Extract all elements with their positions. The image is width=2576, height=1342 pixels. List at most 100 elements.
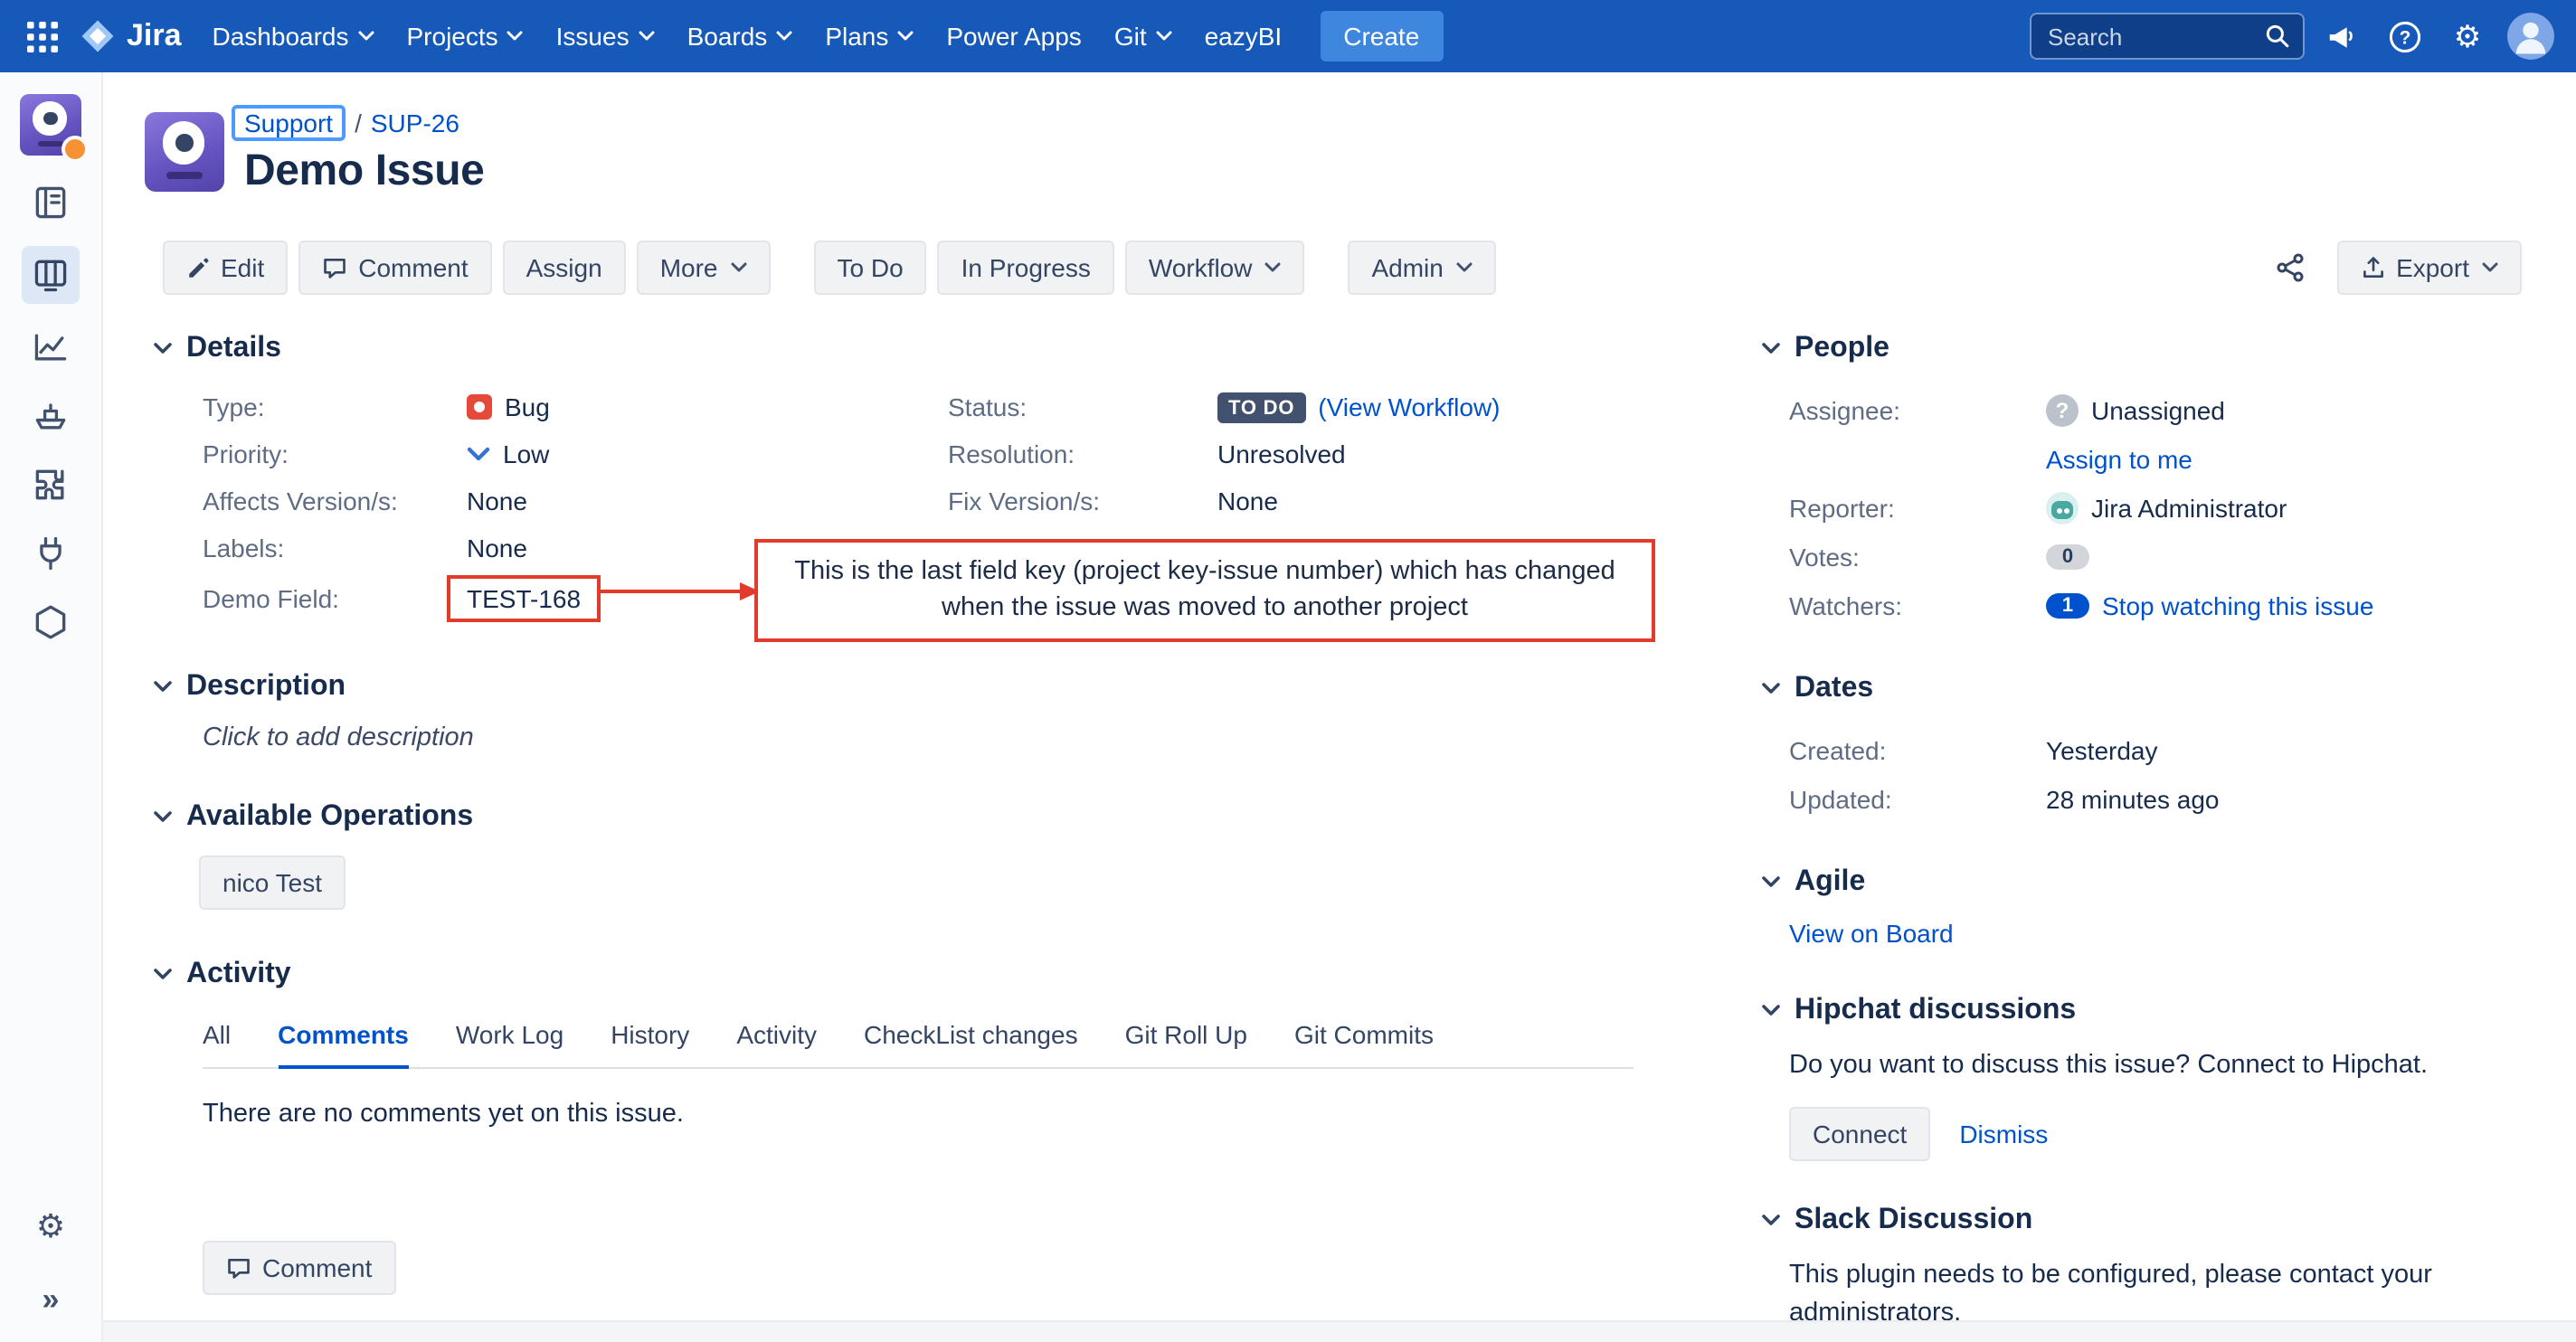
description-placeholder[interactable]: Click to add description bbox=[203, 723, 1659, 752]
nav-item-label: Boards bbox=[687, 22, 768, 51]
nav-item-boards[interactable]: Boards bbox=[671, 0, 810, 72]
nav-item-label: Dashboards bbox=[213, 22, 349, 51]
hipchat-connect-button[interactable]: Connect bbox=[1789, 1107, 1930, 1161]
comment-button[interactable]: Comment bbox=[298, 241, 491, 295]
priority-value-text: Low bbox=[503, 439, 549, 468]
field-value-demo-field: TEST-168 bbox=[467, 575, 601, 622]
app-switcher-button[interactable] bbox=[14, 9, 69, 63]
sidebar-item-active-sprints[interactable] bbox=[22, 246, 80, 304]
comment-button-label: Comment bbox=[358, 253, 468, 282]
content-columns: Details Type: Bug bbox=[103, 327, 2576, 1342]
share-icon bbox=[2275, 253, 2304, 282]
description-section-header[interactable]: Description bbox=[152, 666, 1659, 709]
share-button[interactable] bbox=[2260, 241, 2318, 295]
help-icon: ? bbox=[2387, 19, 2421, 53]
tab-history[interactable]: History bbox=[611, 1007, 689, 1069]
sidebar-bottom-controls: ⚙ » bbox=[25, 1201, 76, 1324]
field-row-fix-version: Fix Version/s: None bbox=[948, 477, 1659, 525]
tab-git-roll-up[interactable]: Git Roll Up bbox=[1125, 1007, 1247, 1069]
nav-item-eazybi[interactable]: eazyBI bbox=[1189, 0, 1299, 72]
nav-item-projects[interactable]: Projects bbox=[391, 0, 540, 72]
votes-badge[interactable]: 0 bbox=[2046, 543, 2089, 569]
breadcrumb-separator: / bbox=[346, 109, 371, 137]
todo-transition-button[interactable]: To Do bbox=[814, 241, 927, 295]
tab-all[interactable]: All bbox=[203, 1007, 231, 1069]
comment-button-bottom[interactable]: Comment bbox=[203, 1241, 395, 1295]
edit-button[interactable]: Edit bbox=[163, 241, 288, 295]
breadcrumb: Support / SUP-26 bbox=[244, 105, 484, 141]
tab-comments[interactable]: Comments bbox=[278, 1007, 409, 1069]
profile-button[interactable] bbox=[2504, 9, 2558, 63]
hipchat-dismiss-link[interactable]: Dismiss bbox=[1959, 1120, 2048, 1148]
nav-item-issues[interactable]: Issues bbox=[540, 0, 671, 72]
in-progress-transition-button[interactable]: In Progress bbox=[938, 241, 1114, 295]
tab-work-log[interactable]: Work Log bbox=[456, 1007, 564, 1069]
sidebar-item-reports[interactable] bbox=[25, 322, 76, 373]
project-avatar[interactable] bbox=[20, 94, 81, 156]
field-row-resolution: Resolution: Unresolved bbox=[948, 430, 1659, 477]
people-section: People Assignee: ? Unassigned Assi bbox=[1760, 327, 2522, 629]
activity-section-header[interactable]: Activity bbox=[152, 953, 1659, 997]
feedback-button[interactable] bbox=[2314, 9, 2368, 63]
nav-item-power-apps[interactable]: Power Apps bbox=[930, 0, 1097, 72]
people-section-header[interactable]: People bbox=[1760, 327, 2522, 371]
tab-activity[interactable]: Activity bbox=[736, 1007, 817, 1069]
people-content: Assignee: ? Unassigned Assign to me Repo… bbox=[1789, 385, 2522, 629]
slack-section-header[interactable]: Slack Discussion bbox=[1760, 1199, 2522, 1243]
nav-right-controls: ? ⚙ bbox=[2030, 9, 2558, 63]
sidebar-item-backlog[interactable] bbox=[25, 177, 76, 228]
assign-button[interactable]: Assign bbox=[503, 241, 626, 295]
dates-section-header[interactable]: Dates bbox=[1760, 667, 2522, 711]
priority-low-icon bbox=[467, 446, 490, 462]
nav-item-plans[interactable]: Plans bbox=[809, 0, 930, 72]
sidebar-settings-button[interactable]: ⚙ bbox=[25, 1201, 76, 1252]
sidebar-item-project-settings[interactable] bbox=[25, 597, 76, 647]
toolbar-right: Export bbox=[2260, 241, 2522, 295]
watchers-value: 1 Stop watching this issue bbox=[2046, 591, 2373, 619]
tab-checklist-changes[interactable]: CheckList changes bbox=[864, 1007, 1078, 1069]
operations-section-header[interactable]: Available Operations bbox=[152, 796, 1659, 839]
search-box[interactable] bbox=[2030, 13, 2305, 60]
export-button[interactable]: Export bbox=[2336, 241, 2522, 295]
stop-watching-link[interactable]: Stop watching this issue bbox=[2102, 591, 2373, 619]
details-section-header[interactable]: Details bbox=[152, 327, 1659, 371]
sidebar-item-components[interactable] bbox=[25, 459, 76, 510]
view-workflow-link[interactable]: (View Workflow) bbox=[1318, 392, 1500, 421]
more-button[interactable]: More bbox=[637, 241, 771, 295]
dates-section: Dates Created: Yesterday Updated: 28 min… bbox=[1760, 667, 2522, 823]
search-input[interactable] bbox=[2044, 21, 2265, 52]
admin-button[interactable]: Admin bbox=[1348, 241, 1495, 295]
tab-git-commits[interactable]: Git Commits bbox=[1294, 1007, 1434, 1069]
workflow-button[interactable]: Workflow bbox=[1125, 241, 1305, 295]
settings-button[interactable]: ⚙ bbox=[2440, 9, 2495, 63]
chevron-down-icon bbox=[639, 31, 655, 42]
breadcrumb-issue-link[interactable]: SUP-26 bbox=[371, 109, 459, 137]
issue-project-avatar[interactable] bbox=[145, 111, 224, 191]
megaphone-icon bbox=[2325, 21, 2356, 52]
votes-value: 0 bbox=[2046, 543, 2089, 569]
pencil-icon bbox=[186, 256, 210, 279]
assign-to-me-link[interactable]: Assign to me bbox=[2046, 444, 2192, 473]
agile-section-header[interactable]: Agile bbox=[1760, 861, 2522, 904]
sidebar-expand-button[interactable]: » bbox=[25, 1273, 76, 1324]
create-button[interactable]: Create bbox=[1320, 11, 1443, 61]
breadcrumb-project-link[interactable]: Support bbox=[232, 105, 346, 141]
field-row-type: Type: Bug bbox=[203, 383, 948, 430]
sidebar-item-integrations[interactable] bbox=[25, 528, 76, 579]
activity-section-title: Activity bbox=[186, 959, 291, 991]
board-icon bbox=[31, 255, 71, 295]
nav-item-dashboards[interactable]: Dashboards bbox=[196, 0, 391, 72]
hipchat-section-header[interactable]: Hipchat discussions bbox=[1760, 989, 2522, 1033]
watchers-badge[interactable]: 1 bbox=[2046, 592, 2089, 618]
view-on-board-link[interactable]: View on Board bbox=[1789, 919, 1954, 948]
issue-header: Support / SUP-26 Demo Issue bbox=[103, 72, 2576, 197]
chevron-down-icon bbox=[358, 31, 374, 42]
help-button[interactable]: ? bbox=[2377, 9, 2431, 63]
nav-item-git[interactable]: Git bbox=[1098, 0, 1189, 72]
field-row-priority: Priority: Low bbox=[203, 430, 948, 477]
jira-logo[interactable]: Jira bbox=[69, 18, 196, 54]
chevron-down-icon bbox=[897, 31, 914, 42]
sidebar-item-releases[interactable] bbox=[25, 391, 76, 441]
nico-test-button[interactable]: nico Test bbox=[199, 855, 346, 910]
nav-item-label: Git bbox=[1114, 22, 1147, 51]
